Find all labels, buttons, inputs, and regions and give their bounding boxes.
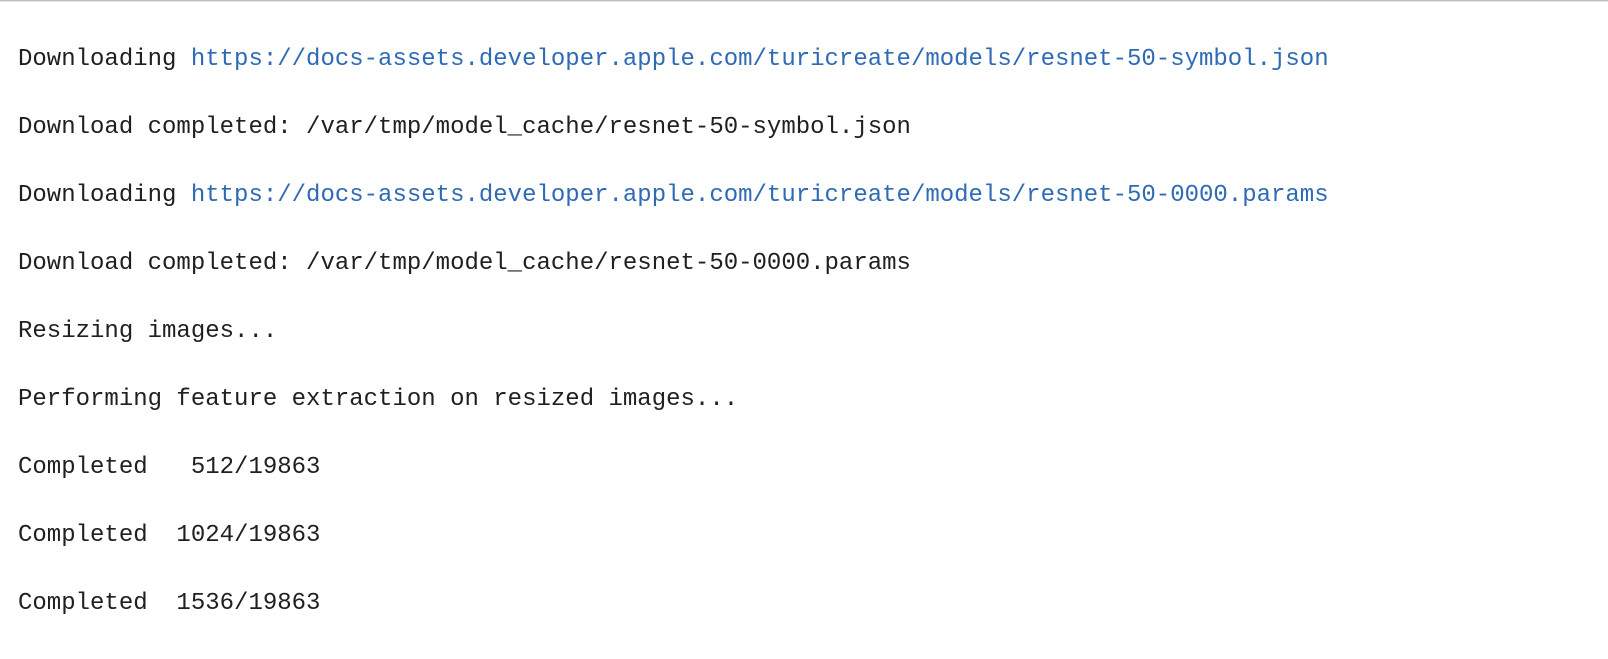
log-line-download-1: Downloading https://docs-assets.develope… [18, 43, 1608, 77]
progress-label: Completed [18, 522, 162, 549]
log-line-complete-1: Download completed: /var/tmp/model_cache… [18, 111, 1608, 145]
log-line-download-2: Downloading https://docs-assets.develope… [18, 179, 1608, 213]
download-url-2[interactable]: https://docs-assets.developer.apple.com/… [191, 182, 1329, 209]
progress-line: Completed 512/19863 [18, 451, 1608, 485]
progress-total: 19863 [248, 454, 320, 481]
progress-total: 19863 [248, 590, 320, 617]
log-text: Downloading [18, 46, 191, 73]
progress-line: Completed 1024/19863 [18, 519, 1608, 553]
progress-sep: / [234, 658, 248, 659]
progress-current: 2048 [162, 655, 234, 659]
progress-total: 19863 [248, 658, 320, 659]
progress-line: Completed 1536/19863 [18, 587, 1608, 621]
progress-sep: / [234, 590, 248, 617]
log-text: Downloading [18, 182, 191, 209]
progress-sep: / [234, 454, 248, 481]
progress-sep: / [234, 522, 248, 549]
terminal-output: Downloading https://docs-assets.develope… [0, 1, 1608, 659]
progress-line: Completed 2048/19863 [18, 655, 1608, 659]
progress-label: Completed [18, 590, 162, 617]
progress-current: 1536 [162, 587, 234, 621]
download-url-1[interactable]: https://docs-assets.developer.apple.com/… [191, 46, 1329, 73]
log-line-complete-2: Download completed: /var/tmp/model_cache… [18, 247, 1608, 281]
progress-total: 19863 [248, 522, 320, 549]
progress-current: 512 [162, 451, 234, 485]
progress-label: Completed [18, 454, 162, 481]
log-line-extraction: Performing feature extraction on resized… [18, 383, 1608, 417]
progress-current: 1024 [162, 519, 234, 553]
log-line-resizing: Resizing images... [18, 315, 1608, 349]
progress-label: Completed [18, 658, 162, 659]
